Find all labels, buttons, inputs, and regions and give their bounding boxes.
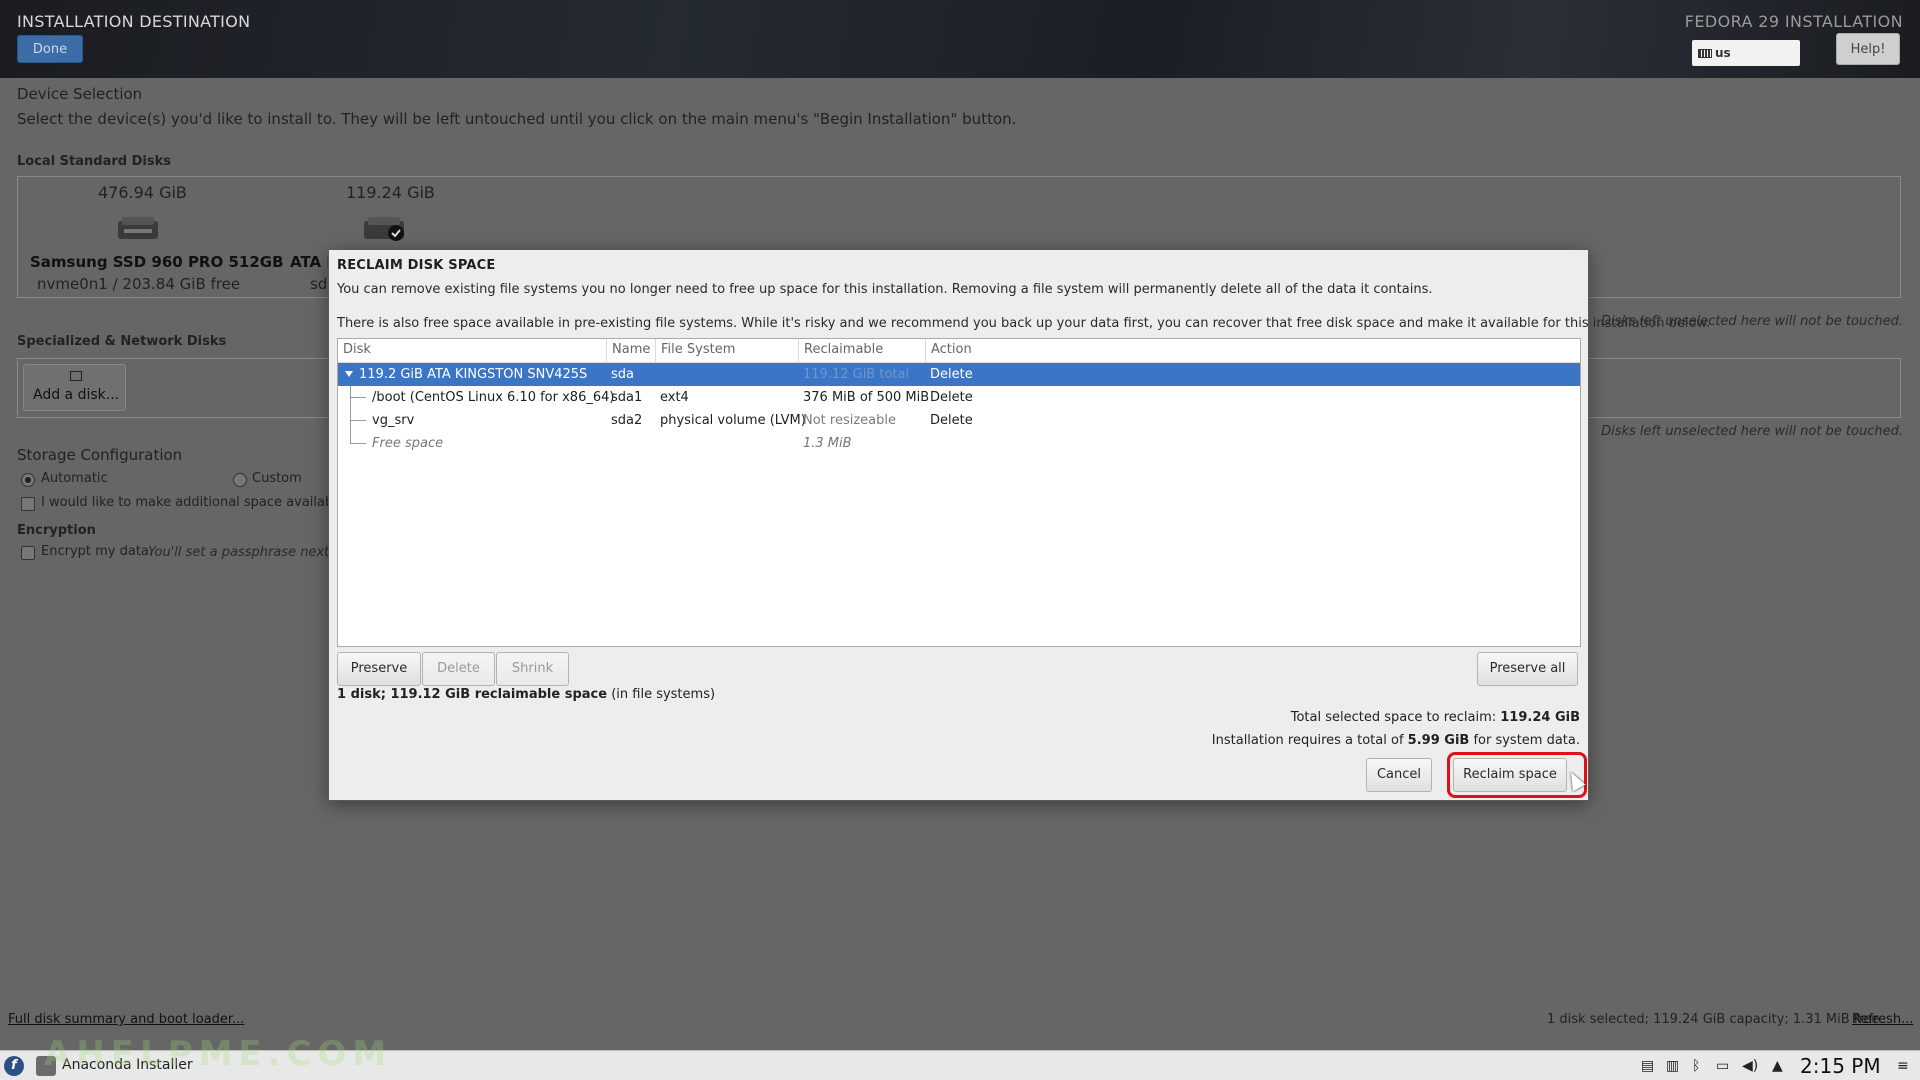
requires-value: 5.99 GiB <box>1407 733 1470 748</box>
device-selection-description: Select the device(s) you'd like to insta… <box>17 110 1017 128</box>
refresh-link[interactable]: Refresh... <box>1852 1012 1914 1027</box>
help-button[interactable]: Help! <box>1836 33 1900 65</box>
disk-size: 119.24 GiB <box>346 183 435 202</box>
hard-disk-icon[interactable] <box>116 215 160 241</box>
tree-line <box>350 397 366 398</box>
disk-name: Samsung SSD 960 PRO 512GB <box>30 253 284 271</box>
unselected-note: Disks left unselected here will not be t… <box>1601 424 1903 439</box>
row-disk: 119.2 GiB ATA KINGSTON SNV425S <box>359 367 588 382</box>
encrypt-hint: You'll set a passphrase next. <box>148 545 334 560</box>
device-selection-heading: Device Selection <box>17 85 143 103</box>
row-reclaim: 376 MiB of 500 MiB <box>803 390 930 405</box>
custom-label: Custom <box>252 471 302 486</box>
spoke-title: INSTALLATION DESTINATION <box>17 12 251 31</box>
disk-summary-link[interactable]: Full disk summary and boot loader... <box>8 1012 244 1027</box>
column-action[interactable]: Action <box>926 339 986 363</box>
summary-suffix: (in file systems) <box>607 687 716 702</box>
requires-prefix: Installation requires a total of <box>1211 733 1408 748</box>
row-reclaim: 1.3 MiB <box>803 436 852 451</box>
keyboard-icon <box>1698 49 1712 58</box>
dialog-title: RECLAIM DISK SPACE <box>337 258 496 273</box>
keyboard-layout-indicator[interactable]: us <box>1692 40 1800 66</box>
disk-device-info: nvme0n1 / 203.84 GiB free <box>37 275 241 293</box>
tree-line <box>350 420 366 421</box>
network-icon[interactable]: ▭ <box>1716 1058 1729 1074</box>
encryption-heading: Encryption <box>17 523 96 538</box>
row-action: Delete <box>930 390 973 405</box>
row-action: Delete <box>930 413 973 428</box>
add-disk-button[interactable]: Add a disk... <box>23 364 126 411</box>
requires-suffix: for system data. <box>1469 733 1580 748</box>
row-name: sda2 <box>611 413 643 428</box>
row-name: sda1 <box>611 390 643 405</box>
done-button[interactable]: Done <box>17 35 83 63</box>
additional-space-checkbox[interactable] <box>21 497 35 511</box>
total-reclaim-label: Total selected space to reclaim: <box>1290 710 1501 725</box>
row-disk: Free space <box>372 436 444 451</box>
fedora-logo-icon[interactable]: f <box>4 1056 24 1076</box>
add-disk-icon <box>70 371 82 381</box>
install-requirement-line: Installation requires a total of 5.99 Gi… <box>1212 733 1580 748</box>
removable-drive-icon[interactable]: ▥ <box>1666 1058 1679 1074</box>
disk-device-info: sd <box>310 275 328 293</box>
row-name: sda <box>611 367 634 382</box>
reclaimable-summary: 1 disk; 119.12 GiB reclaimable space (in… <box>337 687 715 702</box>
preserve-all-button[interactable]: Preserve all <box>1477 652 1578 686</box>
selection-status: 1 disk selected; 119.24 GiB capacity; 1.… <box>1547 1012 1880 1027</box>
tree-line <box>350 443 366 444</box>
tree-row-partition[interactable]: vg_srv sda2 physical volume (LVM) Not re… <box>338 409 1580 432</box>
automatic-label: Automatic <box>41 471 108 486</box>
local-disks-heading: Local Standard Disks <box>17 154 171 169</box>
tree-row-disk[interactable]: 119.2 GiB ATA KINGSTON SNV425S sda 119.1… <box>338 363 1580 386</box>
row-disk: vg_srv <box>372 413 415 428</box>
bluetooth-icon[interactable]: ᛒ <box>1692 1058 1700 1074</box>
tree-row-free-space[interactable]: Free space 1.3 MiB <box>338 432 1580 455</box>
reclaim-disk-space-dialog: RECLAIM DISK SPACE You can remove existi… <box>329 250 1710 800</box>
row-fs: physical volume (LVM) <box>660 413 806 428</box>
preserve-button[interactable]: Preserve <box>337 652 421 686</box>
storage-config-heading: Storage Configuration <box>17 446 183 464</box>
row-reclaim: 119.12 GiB total <box>803 367 910 382</box>
add-disk-label: Add a disk... <box>33 387 120 403</box>
expander-icon[interactable] <box>345 371 353 377</box>
row-action: Delete <box>930 367 973 382</box>
volume-icon[interactable]: ◀) <box>1742 1058 1758 1074</box>
row-reclaim: Not resizeable <box>803 413 896 428</box>
watermark: AHELPME.COM <box>44 1034 393 1074</box>
summary-bold: 1 disk; 119.12 GiB reclaimable space <box>337 687 608 702</box>
tree-row-partition[interactable]: /boot (CentOS Linux 6.10 for x86_64) sda… <box>338 386 1580 409</box>
row-disk: /boot (CentOS Linux 6.10 for x86_64) <box>372 390 615 405</box>
cancel-button[interactable]: Cancel <box>1366 758 1432 792</box>
automatic-radio[interactable] <box>21 473 35 487</box>
hard-disk-selected-icon[interactable] <box>362 215 406 241</box>
additional-space-label: I would like to make additional space av… <box>41 495 349 510</box>
delete-button[interactable]: Delete <box>422 652 495 686</box>
menu-icon[interactable]: ≡ <box>1897 1058 1909 1074</box>
top-bar: INSTALLATION DESTINATION Done FEDORA 29 … <box>0 0 1920 78</box>
clock[interactable]: 2:15 PM <box>1800 1054 1881 1078</box>
tree-header: Disk Name File System Reclaimable Space … <box>338 339 1580 379</box>
column-reclaimable-space[interactable]: Reclaimable Space <box>799 339 926 379</box>
column-disk[interactable]: Disk <box>338 339 607 363</box>
encrypt-checkbox[interactable] <box>21 546 35 560</box>
partition-tree[interactable]: Disk Name File System Reclaimable Space … <box>337 338 1581 647</box>
disk-name: ATA I <box>290 253 332 271</box>
clipboard-icon[interactable]: ▤ <box>1641 1058 1654 1074</box>
network-disks-heading: Specialized & Network Disks <box>17 334 227 349</box>
column-name[interactable]: Name <box>607 339 656 363</box>
row-fs: ext4 <box>660 390 689 405</box>
column-file-system[interactable]: File System <box>656 339 799 363</box>
encrypt-label: Encrypt my data. <box>41 544 154 559</box>
shrink-button[interactable]: Shrink <box>496 652 569 686</box>
total-reclaim-value: 119.24 GiB <box>1500 710 1580 725</box>
total-reclaim-line: Total selected space to reclaim: 119.24 … <box>1291 710 1580 725</box>
tray-expand-icon[interactable]: ▲ <box>1772 1058 1783 1074</box>
custom-radio[interactable] <box>233 473 247 487</box>
product-title: FEDORA 29 INSTALLATION <box>1684 12 1903 31</box>
disk-size: 476.94 GiB <box>98 183 187 202</box>
keyboard-layout-label: us <box>1715 46 1731 60</box>
dialog-description: You can remove existing file systems you… <box>337 282 1433 297</box>
dialog-description-2: There is also free space available in pr… <box>337 316 1711 331</box>
